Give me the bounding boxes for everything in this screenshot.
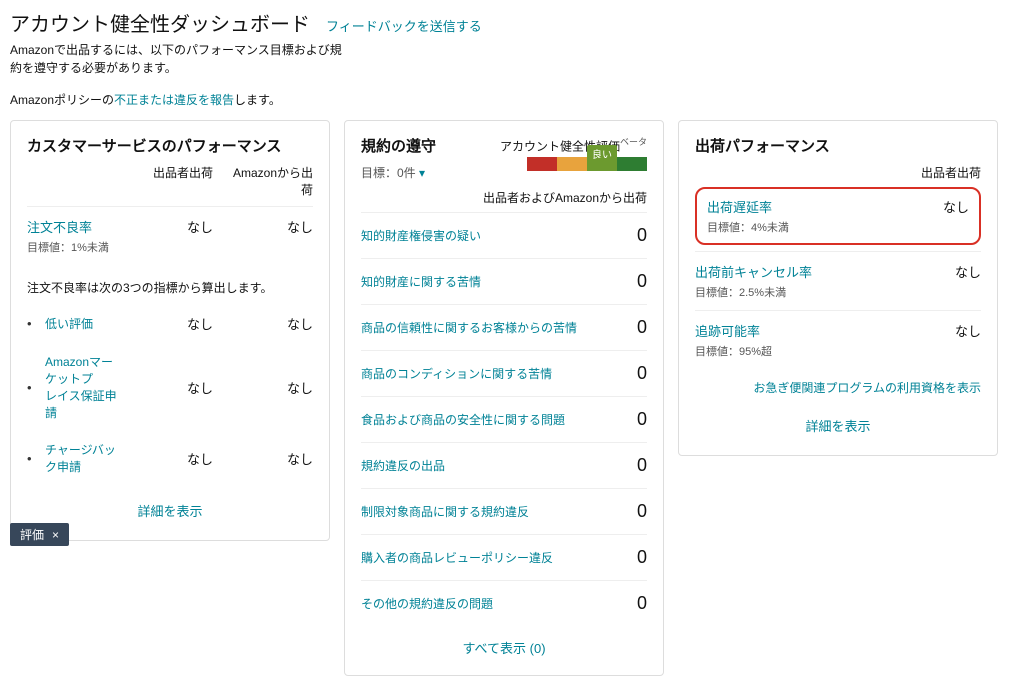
close-icon[interactable]: × [52,528,59,542]
footer-rating-chip[interactable]: 評価 × [10,523,69,546]
compliance-item-link[interactable]: その他の規約違反の問題 [361,595,493,612]
compliance-row: 知的財産に関する苦情 0 [361,258,647,304]
cs-note: 注文不良率は次の3つの指標から算出します。 [27,279,313,296]
policy-suffix: します。 [234,93,281,107]
odr-v2: なし [223,217,313,236]
compliance-row: 規約違反の出品 0 [361,442,647,488]
compliance-card: 規約の遵守 目標：0件 ▾ アカウント健全性評価ベータ 良い 出品者およびAma… [344,120,664,676]
ship-metric-value: なし [891,262,981,281]
comp-title: 規約の遵守 [361,135,436,156]
comp-show-all-link[interactable]: すべて表示 (0) [462,641,545,656]
compliance-item-link[interactable]: 制限対象商品に関する規約違反 [361,503,529,520]
ship-row: 出荷遅延率目標値：4%未満なし [695,187,981,245]
cs-sub-item: •低い評価なしなし [27,304,313,343]
cs-title: カスタマーサービスのパフォーマンス [27,135,313,156]
cs-sub-item: •Amazonマーケットプ レイス保証申請なしなし [27,343,313,431]
compliance-row: 食品および商品の安全性に関する問題 0 [361,396,647,442]
cs-details-link[interactable]: 詳細を表示 [137,504,202,519]
page-title: アカウント健全性ダッシュボード [10,8,310,37]
cs-odr-row: 注文不良率 目標値：1%未満 なし なし [27,206,313,265]
page-header: アカウント健全性ダッシュボード フィードバックを送信する Amazonで出品する… [0,0,1024,108]
ship-eligibility-link[interactable]: お急ぎ便関連プログラムの利用資格を表示 [753,381,981,395]
cs-col-amazon: Amazonから出荷 [223,164,313,198]
chevron-down-icon[interactable]: ▾ [419,166,425,180]
compliance-item-count: 0 [637,593,647,614]
compliance-item-count: 0 [637,363,647,384]
cs-sub-link[interactable]: Amazonマーケットプ レイス保証申請 [41,353,123,421]
cs-sub-v2: なし [223,449,313,468]
compliance-item-count: 0 [637,409,647,430]
compliance-row: その他の規約違反の問題 0 [361,580,647,626]
feedback-link[interactable]: フィードバックを送信する [326,16,482,35]
ship-metric-link[interactable]: 出荷遅延率 [707,197,879,216]
page-subtext: Amazonで出品するには、以下のパフォーマンス目標および規約を遵守する必要があ… [10,41,350,77]
compliance-item-link[interactable]: 食品および商品の安全性に関する問題 [361,411,565,428]
ship-title: 出荷パフォーマンス [695,135,981,156]
ship-metric-value: なし [879,197,969,216]
footer-label: 評価 [20,526,44,543]
customer-service-card: カスタマーサービスのパフォーマンス 出品者出荷 Amazonから出荷 注文不良率… [10,120,330,541]
compliance-row: 購入者の商品レビューポリシー違反0 [361,534,647,580]
ship-metric-target: 目標値：2.5%未満 [695,284,891,300]
compliance-item-count: 0 [637,317,647,338]
comp-ship-header: 出品者およびAmazonから出荷 [361,189,647,206]
ship-row: 出荷前キャンセル率目標値：2.5%未満なし [695,251,981,310]
odr-v1: なし [123,217,213,236]
cs-sub-v1: なし [123,314,213,333]
cs-sub-v1: なし [123,449,213,468]
ship-metric-value: なし [891,321,981,340]
shipping-card: 出荷パフォーマンス 出品者出荷 出荷遅延率目標値：4%未満なし出荷前キャンセル率… [678,120,998,456]
policy-prefix: Amazonポリシーの [10,93,114,107]
ship-metric-target: 目標値：4%未満 [707,219,879,235]
cs-col-seller: 出品者出荷 [123,164,213,198]
ship-metric-link[interactable]: 追跡可能率 [695,321,891,340]
ahr-beta: ベータ [620,137,647,147]
cs-sub-v1: なし [123,378,213,397]
bullet-icon: • [27,451,41,466]
cs-sub-v2: なし [223,378,313,397]
compliance-row: 制限対象商品に関する規約違反 0 [361,488,647,534]
odr-link[interactable]: 注文不良率 [27,217,123,236]
ahr-good-badge: 良い [587,145,617,162]
compliance-item-link[interactable]: 商品の信頼性に関するお客様からの苦情 [361,319,577,336]
policy-report-link[interactable]: 不正または違反を報告 [114,93,234,107]
compliance-item-count: 0 [637,455,647,476]
compliance-item-link[interactable]: 知的財産に関する苦情 [361,273,481,290]
compliance-item-count: 0 [637,271,647,292]
ship-metric-link[interactable]: 出荷前キャンセル率 [695,262,891,281]
policy-row: Amazonポリシーの不正または違反を報告します。 [10,91,1014,108]
ship-metric-target: 目標値：95%超 [695,343,891,359]
ahr-meter: 良い [527,157,647,171]
compliance-item-count: 0 [637,225,647,246]
compliance-row: 商品の信頼性に関するお客様からの苦情 0 [361,304,647,350]
ship-col-header: 出品者出荷 [695,164,981,181]
compliance-item-link[interactable]: 規約違反の出品 [361,457,445,474]
bullet-icon: • [27,316,41,331]
ship-details-link[interactable]: 詳細を表示 [805,419,870,434]
compliance-item-count: 0 [637,547,647,568]
comp-target: 目標：0件 [361,166,416,180]
compliance-item-link[interactable]: 知的財産権侵害の疑い [361,227,481,244]
compliance-item-count: 0 [637,501,647,522]
cs-sub-link[interactable]: 低い評価 [41,315,123,332]
cs-sub-link[interactable]: チャージバック申請 [41,441,123,475]
cs-sub-v2: なし [223,314,313,333]
compliance-item-link[interactable]: 商品のコンディションに関する苦情 [361,365,552,382]
bullet-icon: • [27,380,41,395]
ship-row: 追跡可能率目標値：95%超なし [695,310,981,369]
cs-sub-item: •チャージバック申請なしなし [27,431,313,485]
compliance-row: 知的財産権侵害の疑い 0 [361,212,647,258]
odr-target: 目標値：1%未満 [27,239,123,255]
compliance-row: 商品のコンディションに関する苦情 0 [361,350,647,396]
